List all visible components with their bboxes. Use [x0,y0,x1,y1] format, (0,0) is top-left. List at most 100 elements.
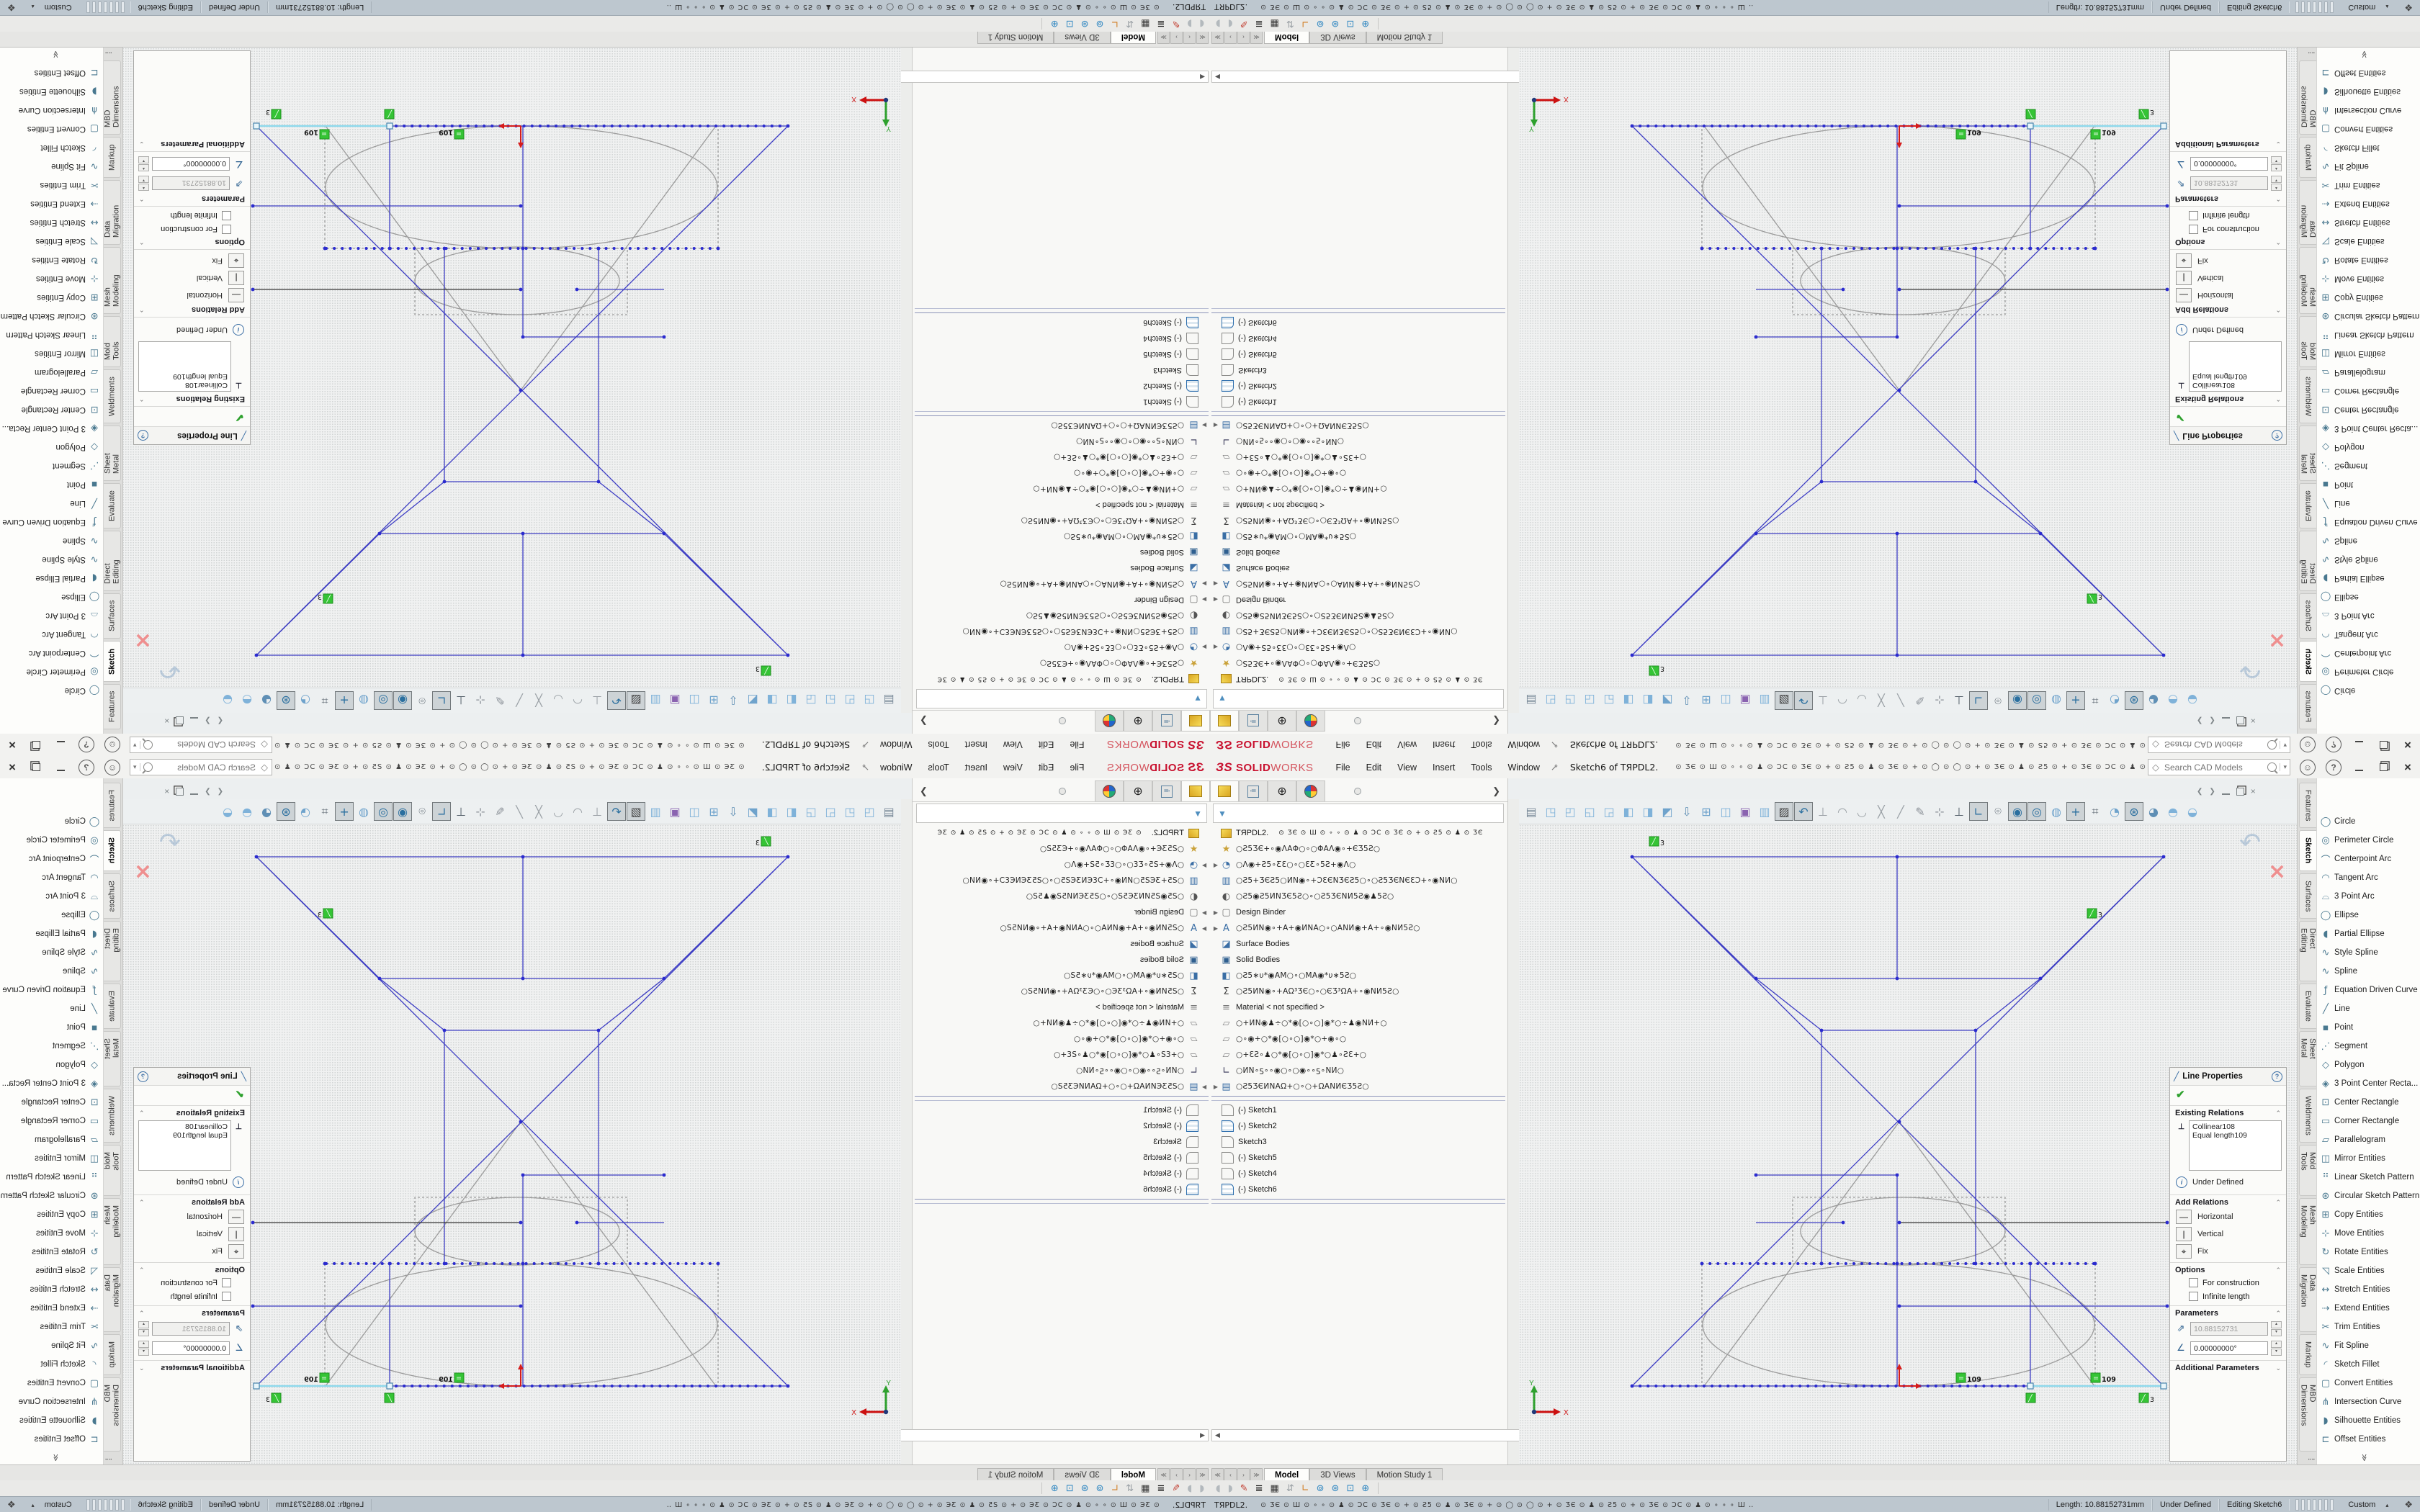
toolbar-icon[interactable]: ⊹ [1930,802,1949,821]
tree-row[interactable]: ▶ ◧ ○Ƨ5∗υ*◉ΑΜ○∘○ΜΑ◉*υ∗5Ƨ○ [1211,528,1505,544]
sketch-row[interactable]: (-) Sketch4 [1211,330,1505,346]
sketch-row[interactable]: (-) Sketch1 [1211,1102,1505,1118]
tab-overflow-icon[interactable]: ⁞ [2298,1454,2316,1464]
tree-row[interactable]: ▶ ◔ ○Λ◉+Ƨ5∘ƸƐ○∘○ƐƸ∘5Ƨ+◉Λ○ [1211,639,1505,655]
palette-tool[interactable]: ⊹ Move Entities [2317,269,2420,288]
tab-nav-icon[interactable]: ‹ [1183,1468,1196,1481]
cancel-sketch-icon[interactable]: × [2268,859,2286,884]
section-additional-parameters[interactable]: Additional Parameters⌄ [134,138,250,152]
pin-icon[interactable]: ⊸ [1548,760,1561,774]
command-tab[interactable]: Mold Tools [2299,1145,2316,1196]
sketch-row[interactable]: (-) Sketch2 [1211,1118,1505,1134]
toolbar-icon[interactable]: ◍ [354,802,373,821]
motion-tool-icon[interactable]: ⊚ [1095,19,1103,30]
toolbar-icon[interactable]: ⊞ [1697,802,1716,821]
tab-overflow-icon[interactable]: ⁞ [104,48,122,58]
doc-restore-icon[interactable] [2236,788,2244,796]
command-tab[interactable]: Mesh Modeling [104,1198,121,1265]
toolbar-icon[interactable]: ↶ [1794,691,1813,710]
tree-row[interactable]: ▶ Σ ○Ƨ5ИΝ◉∘+ΑΩ³ƷЄ○∘○ЄƷ³ΩΑ+∘◉ΝИ5Ƨ○ [915,984,1209,999]
tab-propertymanager[interactable]: ≔ [1152,711,1181,732]
relation-badges[interactable]: ╱ 3 ╱ 3 = 109 = 109 ╱ ╱ 3 [1649,108,2154,675]
dashed-rect-small[interactable] [1793,248,2005,315]
command-tab[interactable]: Weldments [104,1089,121,1143]
toolbar-icon[interactable]: ◓ [238,802,256,821]
tree-row[interactable]: ▶ ▱ ○+ИΝ◉♟÷○*◉[○∘○]◉*○÷♟◉ΝИ+○ [915,1015,1209,1031]
toolbar-icon[interactable]: ▤ [1522,691,1541,710]
sketch-row[interactable]: (-) Sketch6 [1211,1182,1505,1197]
pin-icon[interactable]: ⊸ [859,738,872,752]
toolbar-icon[interactable]: ⊛ [2125,691,2143,710]
tree-row[interactable]: ▶ A ○Ƨ5ИΝ◉∘+Α+◉ИΝΑ○∘○ΑΝИ◉+Α+∘◉ΝИ5Ƨ○ [915,920,1209,936]
palette-tool[interactable]: ⊡ Center Rectangle [0,1093,103,1112]
graphics-area[interactable]: Y X ╱ 3 ╱ 3 = 109 = 109 [1519,48,2297,688]
checkbox[interactable] [222,1278,231,1287]
expand-arrow-icon[interactable]: ▶ [1211,644,1220,651]
toolbar-icon[interactable]: ◕ [257,691,276,710]
menu-item[interactable]: File [1063,760,1090,775]
toolbar-icon[interactable]: ╳ [529,802,548,821]
minimize-button[interactable] [2348,760,2370,775]
toolbar-icon[interactable]: ◕ [2144,802,2163,821]
toolbar-icon[interactable]: ◔ [2105,691,2124,710]
toolbar-icon[interactable]: ◎ [374,691,393,710]
doc-minimize-icon[interactable] [190,788,198,795]
help-icon[interactable]: ? [79,760,94,775]
expand-arrow-icon[interactable]: ▶ [1211,423,1220,429]
palette-tool[interactable]: ╱ Line [2317,494,2420,513]
palette-tool[interactable]: ∿ Spline [0,531,103,550]
tree-row[interactable]: ▶ ◐ ○Ƨ5◉Ƨ5ИΝƷЄ5Ƨ○∘○Ƨ5ƷЄΝИ5Ƨ◉♟5Ƨ○ [915,888,1209,904]
tree-splitter[interactable] [915,411,1209,416]
command-tab[interactable]: Features [2299,783,2316,828]
menu-item[interactable]: Tools [1464,760,1498,775]
motion-tool-icon[interactable]: ◖ [1199,1483,1204,1494]
doc-next-icon[interactable]: ❯ [205,717,210,725]
command-tab[interactable]: MBD Dimensions [2299,60,2316,135]
angle-parameter[interactable]: ∠ 0.00000000° ▴▾ [134,154,250,174]
relation-badges[interactable]: ╱ 3 ╱ 3 = 109 = 109 ╱ ╱ 3 [266,108,771,675]
palette-tool[interactable]: ⇢ Extend Entities [0,194,103,213]
tree-row[interactable]: ▶ ∟ ○ИΝ∘ƽ∘∘◉○∘○◉∘∘ƽ∘ΝИ○ [915,1063,1209,1079]
motion-tool-icon[interactable]: ✎ [1240,19,1248,30]
command-tab[interactable]: Markup [2299,1334,2316,1375]
toolbar-icon[interactable]: ⌗ [315,691,334,710]
tree-filter[interactable]: ▼ [916,804,1207,823]
command-tab[interactable]: Evaluate [104,483,121,528]
document-window-controls[interactable]: ❮ ❯ × [164,786,223,796]
document-window-controls[interactable]: ❮ ❯ × [2197,786,2256,796]
length-field[interactable]: 10.88152731 [2190,1322,2268,1336]
toolbar-icon[interactable]: ∟ [1969,802,1988,821]
palette-tool[interactable]: ⋔ Intersection Curve [2317,1392,2420,1411]
tree-splitter[interactable] [1211,411,1505,416]
toolbar-icon[interactable]: ▥ [646,691,665,710]
tab-nav-icon[interactable]: ≪ [1196,31,1209,44]
doc-close-icon[interactable]: × [164,716,169,726]
menu-item[interactable]: Window [874,760,918,775]
palette-tool[interactable]: ⋰ Segment [2317,456,2420,475]
tree-row[interactable]: ▶ ▥ ○Ƨ5+ƷЄƧ5○ИΝ◉∘+ƆƐЄΝƷЄƧ5○∘○Ƨ5ƷЄΝЄƐƆ+∘◉… [915,624,1209,639]
command-tab[interactable]: Markup [104,137,121,178]
toolbar-icon[interactable]: ⊥ [588,691,606,710]
tree-root-row[interactable]: TЯPDL2. ⊙ ƷЄ ⊙ Ш ⊙ ∘ ∘ ⊙ ♟ ⊙ ƆC ⊙ ƷЄ ⊙ +… [915,671,1209,687]
tab-configurationmanager[interactable]: ⊕ [1268,711,1296,732]
toolbar-icon[interactable]: ✎ [490,691,509,710]
doc-next-icon[interactable]: ❯ [205,788,210,796]
grid-toggle-icon[interactable]: ❖ [7,1499,16,1511]
palette-tool[interactable]: ◯ Circle [2317,681,2420,700]
tree-row[interactable]: ▶ A ○Ƨ5ИΝ◉∘+Α+◉ИΝΑ○∘○ΑΝИ◉+Α+∘◉ΝИ5Ƨ○ [1211,920,1505,936]
palette-tool[interactable]: ⊏ Offset Entities [0,63,103,82]
tree-row[interactable]: ▶ ▢ Design Binder [1211,592,1505,608]
relation-badges[interactable]: ╱ 3 ╱ 3 = 109 = 109 ╱ ╱ 3 [1649,837,2154,1404]
palette-tool[interactable]: ◯ Ellipse [0,588,103,606]
palette-tool[interactable]: ◎ Perimeter Circle [0,662,103,681]
palette-tool[interactable]: ↔ Stretch Entities [2317,213,2420,232]
search-input[interactable] [156,739,257,751]
palette-tool[interactable]: ◎ Perimeter Circle [0,831,103,850]
tree-row[interactable]: ▶ ▱ ○∘◉+○*◉[○∘○]◉*○+◉∘○ [915,465,1209,481]
relations-listbox[interactable]: ⊥Collinear108 Equal length109 [138,1120,231,1171]
tree-row[interactable]: ▶ ≡ Material < not specified > [1211,999,1505,1015]
section-parameters[interactable]: Parameters⌃ [134,193,250,207]
palette-tool[interactable]: ◈ 3 Point Center Recta... [2317,419,2420,438]
tree-splitter[interactable] [915,1096,1209,1101]
toolbar-icon[interactable]: + [2066,691,2085,710]
